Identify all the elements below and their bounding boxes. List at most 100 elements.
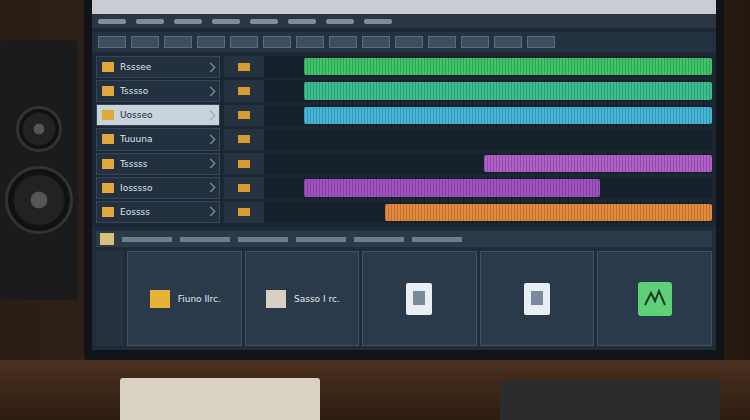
- toolbar: [92, 32, 716, 52]
- sidebar-item[interactable]: Iosssso: [96, 177, 220, 199]
- speaker: [0, 40, 78, 300]
- tweeter-icon: [16, 106, 62, 152]
- track-icon: [102, 110, 114, 120]
- track-icon: [238, 208, 250, 216]
- track-icon: [238, 63, 250, 71]
- tool-button[interactable]: [329, 36, 357, 48]
- file-card[interactable]: Sasso I rc.: [245, 251, 360, 346]
- tool-button[interactable]: [428, 36, 456, 48]
- sidebar-item[interactable]: Tsssss: [96, 153, 220, 175]
- keyboard: [500, 380, 720, 420]
- daw-window: RssseeTssssoUosseoTuuuna TsssssIossssoEos…: [92, 0, 716, 350]
- document-icon: [522, 281, 552, 317]
- menu-bar: [92, 14, 716, 28]
- timeline: [224, 56, 712, 223]
- tool-button[interactable]: [494, 36, 522, 48]
- tool-button[interactable]: [362, 36, 390, 48]
- track-icon: [102, 183, 114, 193]
- tool-button[interactable]: [263, 36, 291, 48]
- track-header[interactable]: [224, 80, 264, 101]
- menu-item[interactable]: [212, 19, 240, 24]
- track-lane: [224, 105, 712, 126]
- chevron-icon: [206, 159, 216, 169]
- track-header[interactable]: [224, 105, 264, 126]
- audio-clip[interactable]: [304, 107, 712, 124]
- sidebar-item[interactable]: Uosseo: [96, 104, 220, 126]
- woofer-icon: [5, 166, 73, 234]
- track-icon: [238, 111, 250, 119]
- tool-button[interactable]: [296, 36, 324, 48]
- scene: RssseeTssssoUosseoTuuuna TsssssIossssoEos…: [0, 0, 750, 420]
- menu-item[interactable]: [136, 19, 164, 24]
- panel-header: [96, 231, 712, 247]
- chevron-icon: [206, 207, 216, 217]
- tool-button[interactable]: [230, 36, 258, 48]
- monitor: RssseeTssssoUosseoTuuuna TsssssIossssoEos…: [84, 0, 724, 360]
- file-card[interactable]: [362, 251, 477, 346]
- sidebar-item[interactable]: Eossss: [96, 201, 220, 223]
- track-header[interactable]: [224, 129, 264, 150]
- audio-clip[interactable]: [385, 204, 712, 221]
- track-icon: [238, 87, 250, 95]
- title-bar: [92, 0, 716, 14]
- tool-button[interactable]: [131, 36, 159, 48]
- track-header[interactable]: [224, 202, 264, 223]
- track-lane: [224, 56, 712, 77]
- panel-side: [96, 251, 124, 346]
- track-icon: [238, 135, 250, 143]
- menu-item[interactable]: [250, 19, 278, 24]
- tool-button[interactable]: [164, 36, 192, 48]
- track-icon: [102, 86, 114, 96]
- track-icon: [102, 62, 114, 72]
- track-header[interactable]: [224, 56, 264, 77]
- file-card[interactable]: [597, 251, 712, 346]
- track-lane: [224, 202, 712, 223]
- audio-clip[interactable]: [304, 82, 712, 99]
- menu-item[interactable]: [174, 19, 202, 24]
- sidebar-item[interactable]: Rsssee: [96, 56, 220, 78]
- track-lane: [224, 153, 712, 174]
- track-lane: [224, 129, 712, 150]
- menu-item[interactable]: [364, 19, 392, 24]
- wall: [724, 0, 750, 360]
- chevron-icon: [206, 110, 216, 120]
- browser-panel: Fiuno Ilrc.Sasso I rc.: [92, 227, 716, 350]
- sidebar-item[interactable]: Tuuuna: [96, 128, 220, 150]
- audio-clip[interactable]: [304, 58, 712, 75]
- chevron-icon: [206, 86, 216, 96]
- track-lane: [224, 177, 712, 198]
- tool-button[interactable]: [527, 36, 555, 48]
- track-icon: [238, 160, 250, 168]
- arrange-area: RssseeTssssoUosseoTuuuna TsssssIossssoEos…: [92, 52, 716, 227]
- desk: [0, 360, 750, 420]
- folder-icon: [264, 287, 288, 311]
- track-icon: [102, 159, 114, 169]
- menu-item[interactable]: [326, 19, 354, 24]
- chevron-icon: [206, 183, 216, 193]
- chevron-icon: [206, 135, 216, 145]
- track-header[interactable]: [224, 177, 264, 198]
- studio: RssseeTssssoUosseoTuuuna TsssssIossssoEos…: [0, 0, 750, 360]
- menu-item[interactable]: [98, 19, 126, 24]
- sidebar-item[interactable]: Tsssso: [96, 80, 220, 102]
- track-header[interactable]: [224, 153, 264, 174]
- folder-icon: [148, 287, 172, 311]
- panel-icon: [100, 233, 114, 245]
- file-card[interactable]: Fiuno Ilrc.: [127, 251, 242, 346]
- tool-button[interactable]: [395, 36, 423, 48]
- notebook: [120, 378, 320, 420]
- track-icon: [238, 184, 250, 192]
- audio-clip[interactable]: [304, 179, 600, 196]
- menu-item[interactable]: [288, 19, 316, 24]
- waveform-icon: [637, 281, 673, 317]
- audio-clip[interactable]: [484, 155, 712, 172]
- tool-button[interactable]: [197, 36, 225, 48]
- file-card[interactable]: [480, 251, 595, 346]
- sidebar: RssseeTssssoUosseoTuuuna TsssssIossssoEos…: [96, 56, 220, 223]
- track-lane: [224, 80, 712, 101]
- tool-button[interactable]: [98, 36, 126, 48]
- tool-button[interactable]: [461, 36, 489, 48]
- chevron-icon: [206, 62, 216, 72]
- track-icon: [102, 134, 114, 144]
- document-icon: [404, 281, 434, 317]
